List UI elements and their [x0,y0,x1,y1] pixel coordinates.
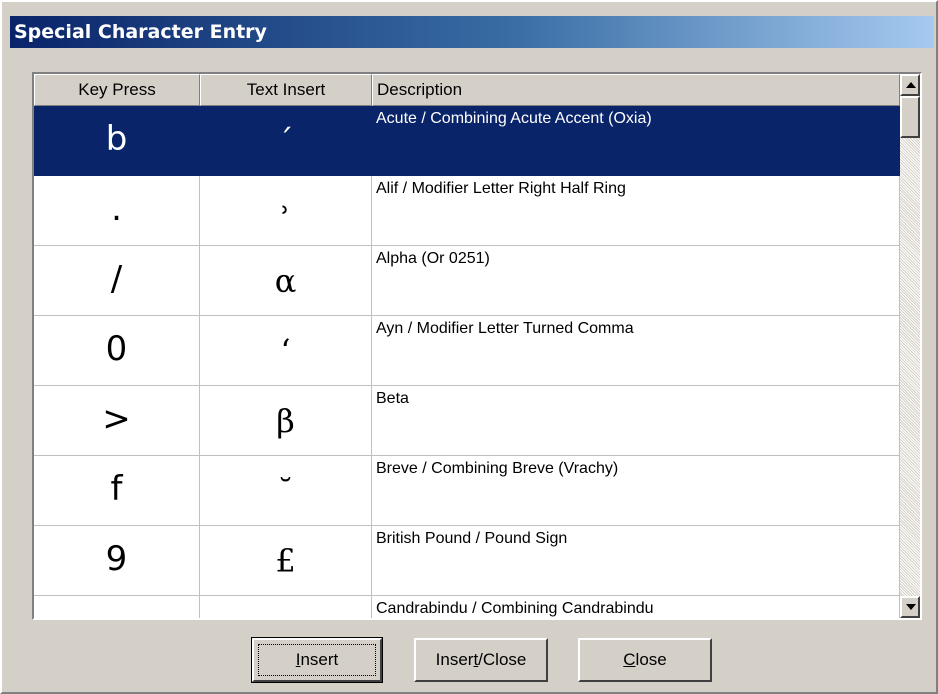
key-press-cell[interactable]: b [34,106,200,176]
description-cell[interactable]: Candrabindu / Combining Candrabindu [372,596,900,618]
vertical-scrollbar[interactable] [900,74,920,618]
text-insert-cell[interactable]: α [200,246,372,316]
scroll-down-button[interactable] [900,596,920,618]
description-cell[interactable]: Alpha (Or 0251) [372,246,900,316]
text-insert-cell[interactable]: ´ [200,106,372,176]
table-row[interactable]: / α Alpha (Or 0251) [34,246,900,316]
special-character-dialog: Special Character Entry Key Press Text I… [0,0,938,694]
column-header-description[interactable]: Description [372,74,900,106]
key-press-cell-text: 9 [105,539,128,579]
column-header-key-press[interactable]: Key Press [34,74,200,106]
text-insert-cell-text: ˒ [280,192,291,230]
key-press-cell-text: / [110,259,123,299]
description-cell[interactable]: Acute / Combining Acute Accent (Oxia) [372,106,900,176]
table-row[interactable]: 0 ʻ Ayn / Modifier Letter Turned Comma [34,316,900,386]
text-insert-cell[interactable] [200,596,372,618]
description-cell-text: Ayn / Modifier Letter Turned Comma [376,320,634,337]
text-insert-cell-text: ´ [277,122,294,160]
text-insert-cell-text: β [276,402,295,440]
text-insert-cell[interactable]: ˒ [200,176,372,246]
column-header-text-insert[interactable]: Text Insert [200,74,372,106]
scroll-thumb[interactable] [900,96,920,138]
description-cell[interactable]: Alif / Modifier Letter Right Half Ring [372,176,900,246]
text-insert-cell[interactable]: ˘ [200,456,372,526]
key-press-cell[interactable]: 0 [34,316,200,386]
description-cell[interactable]: Ayn / Modifier Letter Turned Comma [372,316,900,386]
key-press-cell-text: 0 [105,329,128,369]
table-row[interactable]: . ˒ Alif / Modifier Letter Right Half Ring [34,176,900,246]
description-cell[interactable]: Breve / Combining Breve (Vrachy) [372,456,900,526]
insert-button-focus: Insert [258,644,376,676]
key-press-cell-text: > [102,399,131,439]
text-insert-cell-text: £ [275,542,296,580]
arrow-down-icon [906,604,916,610]
grid-header: Key Press Text Insert Description [34,74,900,106]
description-cell-text: British Pound / Pound Sign [376,530,568,547]
text-insert-cell-text: α [274,262,297,300]
table-row[interactable]: 9 £ British Pound / Pound Sign [34,526,900,596]
description-cell[interactable]: Beta [372,386,900,456]
text-insert-cell-text: ˘ [277,472,294,510]
description-cell-text: Alif / Modifier Letter Right Half Ring [376,180,626,197]
key-press-cell[interactable]: . [34,176,200,246]
key-press-cell-text: f [110,469,123,509]
key-press-cell[interactable]: f [34,456,200,526]
key-press-cell-text: . [111,189,122,229]
close-button[interactable]: Close [578,638,712,682]
insert-button[interactable]: Insert [251,637,383,683]
key-press-cell-text: b [105,119,128,159]
description-cell[interactable]: British Pound / Pound Sign [372,526,900,596]
key-press-cell[interactable]: > [34,386,200,456]
text-insert-cell[interactable]: ʻ [200,316,372,386]
description-cell-text: Breve / Combining Breve (Vrachy) [376,460,619,477]
key-press-cell[interactable]: / [34,246,200,316]
character-grid[interactable]: Key Press Text Insert Description b ´ Acut… [32,72,922,620]
text-insert-cell[interactable]: β [200,386,372,456]
text-insert-cell-text: ʻ [280,332,291,370]
table-row[interactable]: Candrabindu / Combining Candrabindu [34,596,900,618]
table-row[interactable]: f ˘ Breve / Combining Breve (Vrachy) [34,456,900,526]
arrow-up-icon [906,82,916,88]
dialog-title: Special Character Entry [10,16,934,48]
description-cell-text: Candrabindu / Combining Candrabindu [376,600,654,617]
key-press-cell[interactable] [34,596,200,618]
description-cell-text: Acute / Combining Acute Accent (Oxia) [376,110,652,127]
scroll-up-button[interactable] [900,74,920,96]
table-row[interactable]: b ´ Acute / Combining Acute Accent (Oxia) [34,106,900,176]
insert-close-button[interactable]: Insert/Close [414,638,548,682]
text-insert-cell[interactable]: £ [200,526,372,596]
table-row[interactable]: > β Beta [34,386,900,456]
key-press-cell[interactable]: 9 [34,526,200,596]
description-cell-text: Beta [376,390,409,407]
description-cell-text: Alpha (Or 0251) [376,250,490,267]
